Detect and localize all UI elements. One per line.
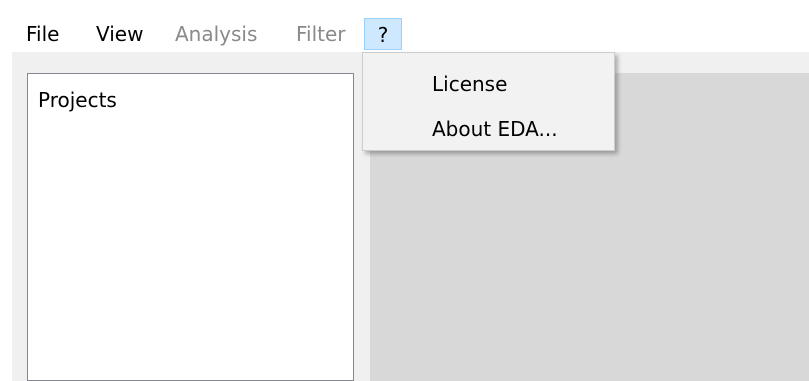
menu-item-license[interactable]: License — [432, 69, 507, 99]
menu-help[interactable]: ? — [364, 18, 402, 50]
app-window: File View Analysis Filter ? Projects Lic… — [0, 0, 809, 381]
projects-panel[interactable]: Projects — [27, 73, 354, 381]
menu-item-about-eda[interactable]: About EDA... — [432, 114, 558, 144]
menu-filter[interactable]: Filter — [296, 18, 346, 50]
help-dropdown-menu: License About EDA... — [362, 52, 615, 151]
menu-bar: File View Analysis Filter ? — [0, 0, 809, 52]
menu-view[interactable]: View — [96, 18, 143, 50]
menu-file[interactable]: File — [26, 18, 59, 50]
menu-analysis[interactable]: Analysis — [175, 18, 257, 50]
projects-label: Projects — [38, 88, 117, 112]
